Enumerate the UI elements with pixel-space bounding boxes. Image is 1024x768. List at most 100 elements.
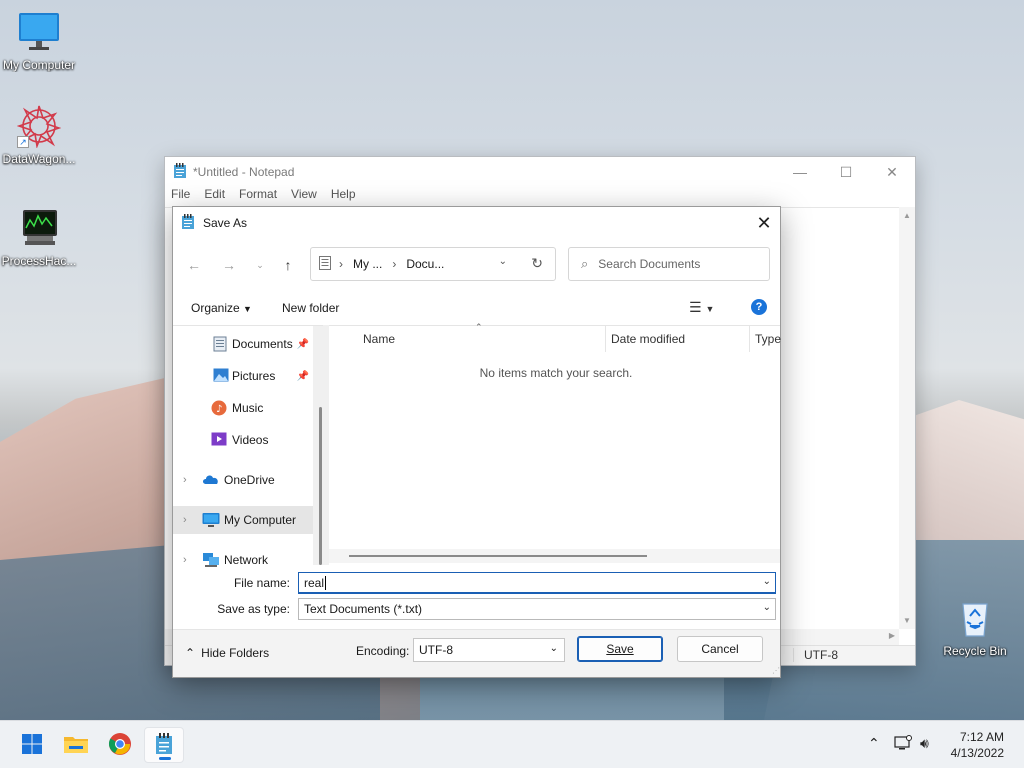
datawagon-icon: ↗: [16, 104, 62, 149]
notepad-title: *Untitled - Notepad: [193, 165, 295, 179]
search-icon: ⌕: [581, 256, 589, 271]
address-bar[interactable]: › My ... › Docu... ⌄ ↻: [310, 247, 556, 281]
sidebar-item-label: OneDrive: [224, 473, 275, 487]
save-type-select[interactable]: Text Documents (*.txt) ⌄: [298, 598, 776, 620]
view-options-button[interactable]: ☰ ▼: [689, 299, 714, 316]
sort-ascending-icon: ⌃: [475, 322, 483, 332]
recent-locations-button[interactable]: ⌄: [249, 255, 271, 275]
show-hidden-icons-chevron-icon[interactable]: ⌃: [868, 735, 880, 752]
file-list-horizontal-scrollbar[interactable]: [329, 549, 780, 563]
chevron-down-icon[interactable]: ⌄: [763, 576, 771, 587]
maximize-icon: ☐: [839, 163, 853, 180]
onedrive-icon: [202, 473, 218, 489]
resize-grip-icon[interactable]: ⋰: [772, 666, 780, 675]
column-date-modified[interactable]: Date modified: [611, 332, 685, 346]
notepad-menubar: File Edit Format View Help: [165, 187, 915, 207]
cancel-button[interactable]: Cancel: [677, 636, 763, 662]
file-name-input[interactable]: real ⌄: [298, 572, 776, 594]
menu-view[interactable]: View: [291, 187, 317, 207]
clock[interactable]: 7:12 AM 4/13/2022: [951, 729, 1004, 761]
sidebar-item-label: My Computer: [224, 513, 297, 527]
sidebar-item-my-computer[interactable]: › My Computer: [173, 506, 313, 534]
file-list[interactable]: ⌃ Name Date modified Type No items match…: [329, 322, 781, 563]
menu-help[interactable]: Help: [331, 187, 356, 207]
save-type-value: Text Documents (*.txt): [304, 602, 423, 616]
desktop-icon-datawagon[interactable]: ↗ DataWagon...: [0, 104, 78, 166]
chevron-down-icon: ⌄: [256, 259, 264, 270]
sidebar-item-documents[interactable]: Documents 📌: [173, 330, 313, 358]
sidebar-item-label: Music: [232, 401, 264, 415]
encoding-select[interactable]: UTF-8 ⌄: [413, 638, 565, 662]
dialog-close-button[interactable]: ✕: [748, 207, 780, 239]
desktop-icon-processhacker[interactable]: ProcessHac...: [0, 206, 78, 268]
scroll-thumb[interactable]: [349, 555, 647, 557]
file-name-value: real: [304, 575, 325, 590]
notepad-icon: [181, 213, 195, 233]
folder-icon: [63, 733, 89, 758]
scroll-right-icon[interactable]: ▶: [889, 631, 895, 640]
forward-button[interactable]: →: [218, 255, 240, 275]
desktop-icon-recycle-bin[interactable]: Recycle Bin: [936, 596, 1014, 658]
address-dropdown-icon[interactable]: ⌄: [499, 256, 507, 267]
monitor-icon: [17, 10, 61, 54]
new-folder-button[interactable]: New folder: [282, 301, 339, 315]
sidebar-item-music[interactable]: ♪ Music: [173, 394, 313, 422]
clock-time: 7:12 AM: [959, 730, 1004, 744]
chevron-down-icon: ⌄: [549, 643, 558, 654]
column-name[interactable]: Name: [363, 332, 395, 346]
videos-icon: [211, 432, 227, 448]
sidebar-item-onedrive[interactable]: › OneDrive: [173, 466, 313, 494]
caret-down-icon: ▼: [705, 304, 715, 314]
hide-folders-button[interactable]: ⌃ Hide Folders: [185, 646, 269, 660]
column-divider[interactable]: [749, 326, 750, 352]
refresh-icon[interactable]: ↻: [531, 255, 543, 272]
expand-chevron-icon[interactable]: ›: [183, 514, 187, 526]
minimize-icon: —: [793, 164, 807, 180]
taskbar-file-explorer[interactable]: [56, 727, 96, 763]
volume-icon[interactable]: 🔊︎: [920, 735, 929, 752]
taskbar-chrome[interactable]: [100, 727, 140, 763]
search-placeholder: Search Documents: [598, 257, 701, 271]
breadcrumb-my-computer[interactable]: My ...: [353, 257, 382, 271]
dialog-title: Save As: [203, 216, 248, 230]
pictures-icon: [213, 368, 229, 384]
dialog-titlebar[interactable]: Save As: [173, 207, 780, 239]
organize-button[interactable]: Organize ▼: [191, 301, 252, 315]
network-status-icon[interactable]: [894, 735, 912, 754]
sidebar-item-pictures[interactable]: Pictures 📌: [173, 362, 313, 390]
menu-edit[interactable]: Edit: [204, 187, 225, 207]
column-divider[interactable]: [605, 326, 606, 352]
chevron-down-icon[interactable]: ⌄: [763, 602, 771, 613]
close-button[interactable]: ✕: [869, 157, 915, 187]
processhacker-icon: [17, 206, 61, 250]
breadcrumb-documents[interactable]: Docu...: [406, 257, 444, 271]
navigation-pane: Documents 📌 Pictures 📌 ♪ Music Videos ›: [173, 325, 323, 567]
menu-format[interactable]: Format: [239, 187, 277, 207]
expand-chevron-icon[interactable]: ›: [183, 474, 187, 486]
close-icon: ✕: [886, 163, 898, 180]
sidebar-item-network[interactable]: › Network: [173, 546, 313, 574]
maximize-button[interactable]: ☐: [823, 157, 869, 187]
menu-file[interactable]: File: [171, 187, 190, 207]
save-button[interactable]: Save: [577, 636, 663, 662]
cancel-button-label: Cancel: [701, 642, 739, 656]
chevron-up-icon: ⌃: [185, 646, 196, 660]
minimize-button[interactable]: —: [777, 157, 823, 187]
up-button[interactable]: ↑: [277, 255, 299, 275]
help-icon[interactable]: ?: [751, 299, 767, 315]
desktop-icon-label: DataWagon...: [2, 152, 76, 166]
desktop-icon-my-computer[interactable]: My Computer: [0, 10, 78, 72]
pin-icon: 📌: [296, 338, 309, 350]
expand-chevron-icon[interactable]: ›: [183, 554, 187, 566]
scroll-down-icon[interactable]: ▼: [903, 616, 911, 625]
desktop-icon-label: ProcessHac...: [1, 254, 77, 268]
notepad-vertical-scrollbar[interactable]: ▲ ▼: [899, 207, 915, 629]
column-type[interactable]: Type: [755, 332, 781, 346]
back-button[interactable]: ←: [183, 255, 205, 275]
scroll-up-icon[interactable]: ▲: [903, 211, 911, 220]
search-box[interactable]: ⌕ Search Documents: [568, 247, 770, 281]
start-button[interactable]: [12, 727, 52, 763]
sidebar-item-videos[interactable]: Videos: [173, 426, 313, 454]
organize-label: Organize: [191, 301, 240, 315]
taskbar-notepad[interactable]: [144, 727, 184, 763]
